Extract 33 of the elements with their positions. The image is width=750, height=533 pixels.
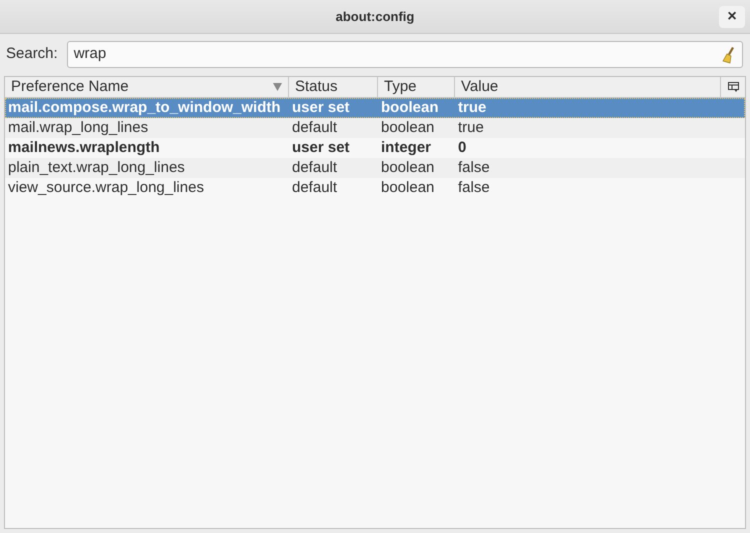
preference-row[interactable]: mail.wrap_long_lines default boolean true — [5, 118, 745, 138]
column-header[interactable]: Preference Name — [5, 77, 289, 97]
table-cell: true — [458, 118, 484, 136]
table-cell: boolean — [381, 118, 434, 136]
column-picker-icon[interactable] — [728, 82, 738, 92]
search-label: Search: — [6, 44, 58, 64]
table-cell: default — [292, 158, 338, 176]
table-cell: view_source.wrap_long_lines — [8, 178, 204, 196]
column-header[interactable]: Value — [455, 77, 721, 97]
table-cell: plain_text.wrap_long_lines — [8, 158, 185, 176]
table-cell: boolean — [381, 98, 439, 116]
table-cell: integer — [381, 138, 432, 156]
table-cell: true — [458, 98, 486, 116]
close-button[interactable]: × — [719, 6, 745, 28]
preference-row[interactable]: mail.compose.wrap_to_window_width user set boolean true — [5, 98, 745, 118]
column-header[interactable]: Status — [289, 77, 378, 97]
window-title: about:config — [336, 8, 414, 26]
table-cell: user set — [292, 98, 350, 116]
preference-row[interactable]: plain_text.wrap_long_lines default boolean false — [5, 158, 745, 178]
table-cell: mail.compose.wrap_to_window_width — [8, 98, 281, 116]
table-cell: user set — [292, 138, 350, 156]
search-field[interactable]: wrap — [66, 41, 743, 68]
table-cell: boolean — [381, 178, 434, 196]
table-cell: default — [292, 118, 338, 136]
table-cell: false — [458, 178, 490, 196]
broom-icon[interactable] — [722, 46, 736, 64]
column-header[interactable]: Type — [378, 77, 455, 97]
table-cell: default — [292, 178, 338, 196]
table-cell: boolean — [381, 158, 434, 176]
table-cell: false — [458, 158, 490, 176]
table-cell: 0 — [458, 138, 466, 156]
table-cell: mail.wrap_long_lines — [8, 118, 148, 136]
table-cell: mailnews.wraplength — [8, 138, 160, 156]
